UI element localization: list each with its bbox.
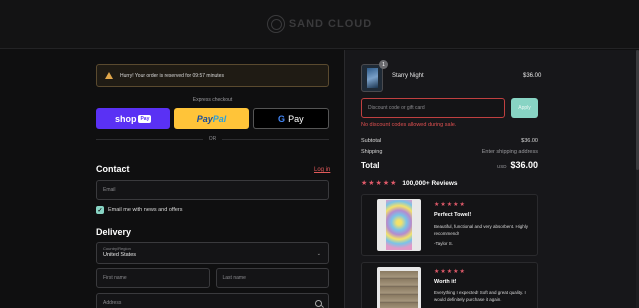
express-checkout-label: Express checkout: [192, 97, 233, 103]
review-stars: ★★★★★: [434, 202, 466, 208]
shipping-value: Enter shipping address: [481, 149, 538, 155]
news-offers-option[interactable]: ✓ Email me with news and offers: [96, 206, 183, 214]
delivery-heading: Delivery: [96, 227, 132, 237]
search-icon: [315, 300, 322, 307]
country-value: United States: [103, 252, 137, 258]
review-body: Everything I expected! Soft and great qu…: [434, 290, 526, 302]
apply-discount-button[interactable]: Apply: [511, 98, 538, 118]
total-value: $36.00: [510, 160, 538, 170]
paypal-label-b: Pal: [212, 113, 227, 124]
google-pay-label: Pay: [288, 113, 304, 124]
first-name-field[interactable]: First name: [96, 268, 210, 288]
country-select[interactable]: Country/Region United States ⌄: [96, 242, 329, 264]
star-rating-icon: ★★★★★: [361, 180, 398, 187]
shop-pay-button[interactable]: shop Pay: [96, 108, 171, 129]
address-placeholder: Address: [103, 300, 122, 306]
review-card: ★★★★★ Perfect Towel! Beautiful, function…: [361, 194, 538, 256]
total-amount: USD $36.00: [497, 160, 538, 170]
review-title: Worth it!: [434, 279, 457, 285]
reservation-timer-banner: Hurry! Your order is reserved for 09:57 …: [96, 64, 329, 87]
news-offers-label: Email me with news and offers: [108, 207, 183, 213]
country-label: Country/Region: [103, 246, 131, 251]
discount-error-message: No discount codes allowed during sale.: [361, 122, 457, 128]
review-body: Beautiful, functional and very absorbent…: [434, 224, 529, 236]
timer-text: Hurry! Your order is reserved for 09:57 …: [120, 72, 224, 79]
review-product-image: [377, 199, 421, 251]
google-g-icon: G: [278, 113, 286, 124]
shop-pay-label: shop: [114, 113, 137, 124]
site-header: SAND CLOUD: [0, 0, 639, 49]
product-name: Starry Night: [392, 73, 424, 79]
review-stars: ★★★★★: [434, 269, 466, 275]
review-author: -Taylor S.: [434, 241, 454, 246]
towel-stack-image: [380, 271, 418, 308]
logo-icon: [266, 15, 285, 33]
paypal-button[interactable]: Pay Pal: [174, 108, 249, 129]
review-product-image: [377, 267, 421, 308]
google-pay-button[interactable]: G Pay: [252, 108, 329, 129]
subtotal-row: Subtotal $36.00: [361, 138, 538, 144]
chevron-down-icon: ⌄: [316, 251, 321, 257]
shop-pay-badge: Pay: [138, 114, 152, 123]
express-pay-buttons: shop Pay Pay Pal G Pay: [96, 108, 329, 129]
or-divider: OR: [96, 136, 329, 142]
contact-heading: Contact: [96, 164, 130, 174]
brand-logo[interactable]: SAND CLOUD: [266, 15, 373, 33]
discount-code-input[interactable]: Discount code or gift card: [361, 98, 505, 118]
divider-line-right: [222, 138, 329, 140]
checkbox-checked-icon[interactable]: ✓: [96, 206, 104, 214]
currency-code: USD: [496, 164, 507, 169]
email-field[interactable]: Email: [96, 180, 329, 200]
subtotal-label: Subtotal: [361, 138, 382, 144]
product-price: $36.00: [523, 73, 542, 79]
divider-line-left: [96, 138, 203, 140]
or-text: OR: [208, 136, 217, 142]
paypal-label-a: Pay: [196, 113, 213, 124]
shipping-label: Shipping: [361, 149, 383, 155]
review-card: ★★★★★ Worth it! Everything I expected! S…: [361, 262, 538, 308]
login-link[interactable]: Log in: [314, 167, 330, 173]
subtotal-value: $36.00: [521, 138, 538, 144]
total-label: Total: [361, 161, 380, 170]
review-title: Perfect Towel!: [434, 212, 472, 218]
product-image: [367, 68, 378, 88]
total-row: Total USD $36.00: [361, 160, 538, 170]
reviews-summary: ★★★★★ 100,000+ Reviews: [361, 179, 458, 188]
last-name-field[interactable]: Last name: [215, 268, 329, 288]
reviews-count: 100,000+ Reviews: [402, 179, 458, 187]
tie-dye-towel-image: [386, 200, 412, 250]
checkout-form: Hurry! Your order is reserved for 09:57 …: [0, 50, 344, 308]
order-summary: 1 Starry Night $36.00 Discount code or g…: [344, 50, 639, 308]
address-field[interactable]: Address: [96, 293, 329, 308]
brand-name: SAND CLOUD: [288, 18, 373, 30]
quantity-badge: 1: [379, 60, 388, 69]
warning-icon: [105, 72, 113, 79]
name-fields: First name Last name: [96, 268, 329, 288]
product-thumbnail: [361, 64, 383, 92]
shipping-row: Shipping Enter shipping address: [361, 149, 538, 155]
